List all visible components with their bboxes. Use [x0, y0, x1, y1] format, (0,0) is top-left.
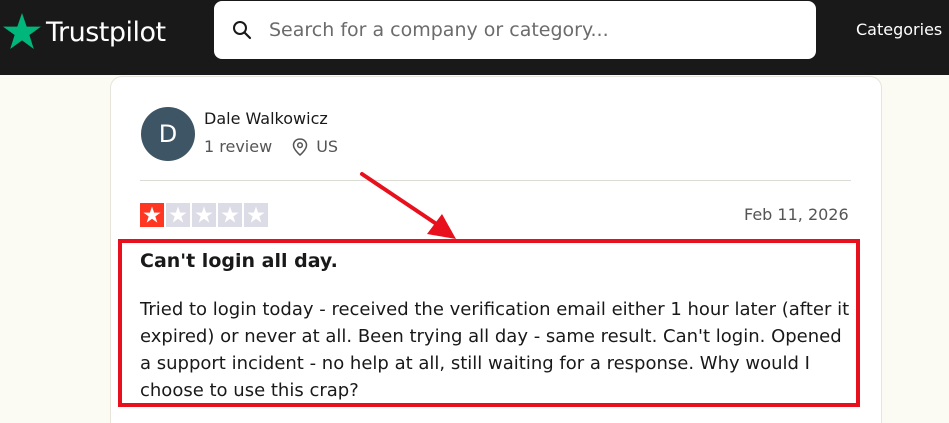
location-text: US: [316, 137, 339, 156]
star-empty-icon: [244, 203, 268, 227]
review-title[interactable]: Can't login all day.: [140, 250, 338, 272]
reviewer-meta: 1 review US: [204, 137, 338, 156]
trustpilot-logo[interactable]: Trustpilot: [2, 12, 166, 52]
top-navigation-bar: Trustpilot Search for a company or categ…: [0, 0, 949, 75]
reviewer-location: US: [292, 137, 338, 156]
nav-categories-link[interactable]: Categories: [856, 20, 942, 39]
annotation-arrow: [360, 172, 456, 239]
star-rating: [140, 203, 270, 227]
star-empty-icon: [218, 203, 242, 227]
avatar[interactable]: D: [141, 107, 195, 161]
location-pin-icon: [292, 137, 308, 156]
search-box[interactable]: Search for a company or category...: [214, 1, 816, 59]
review-body: Tried to login today - received the veri…: [140, 299, 850, 401]
star-empty-icon: [192, 203, 216, 227]
reviewer-name[interactable]: Dale Walkowicz: [204, 109, 328, 128]
review-count: 1 review: [204, 137, 273, 156]
star-icon: [3, 13, 41, 49]
divider: [140, 180, 851, 181]
search-input[interactable]: Search for a company or category...: [269, 19, 609, 41]
review-date: Feb 11, 2026: [744, 205, 849, 224]
logo-text: Trustpilot: [46, 16, 166, 48]
star-filled-icon: [140, 203, 164, 227]
search-icon: [232, 20, 252, 40]
star-empty-icon: [166, 203, 190, 227]
